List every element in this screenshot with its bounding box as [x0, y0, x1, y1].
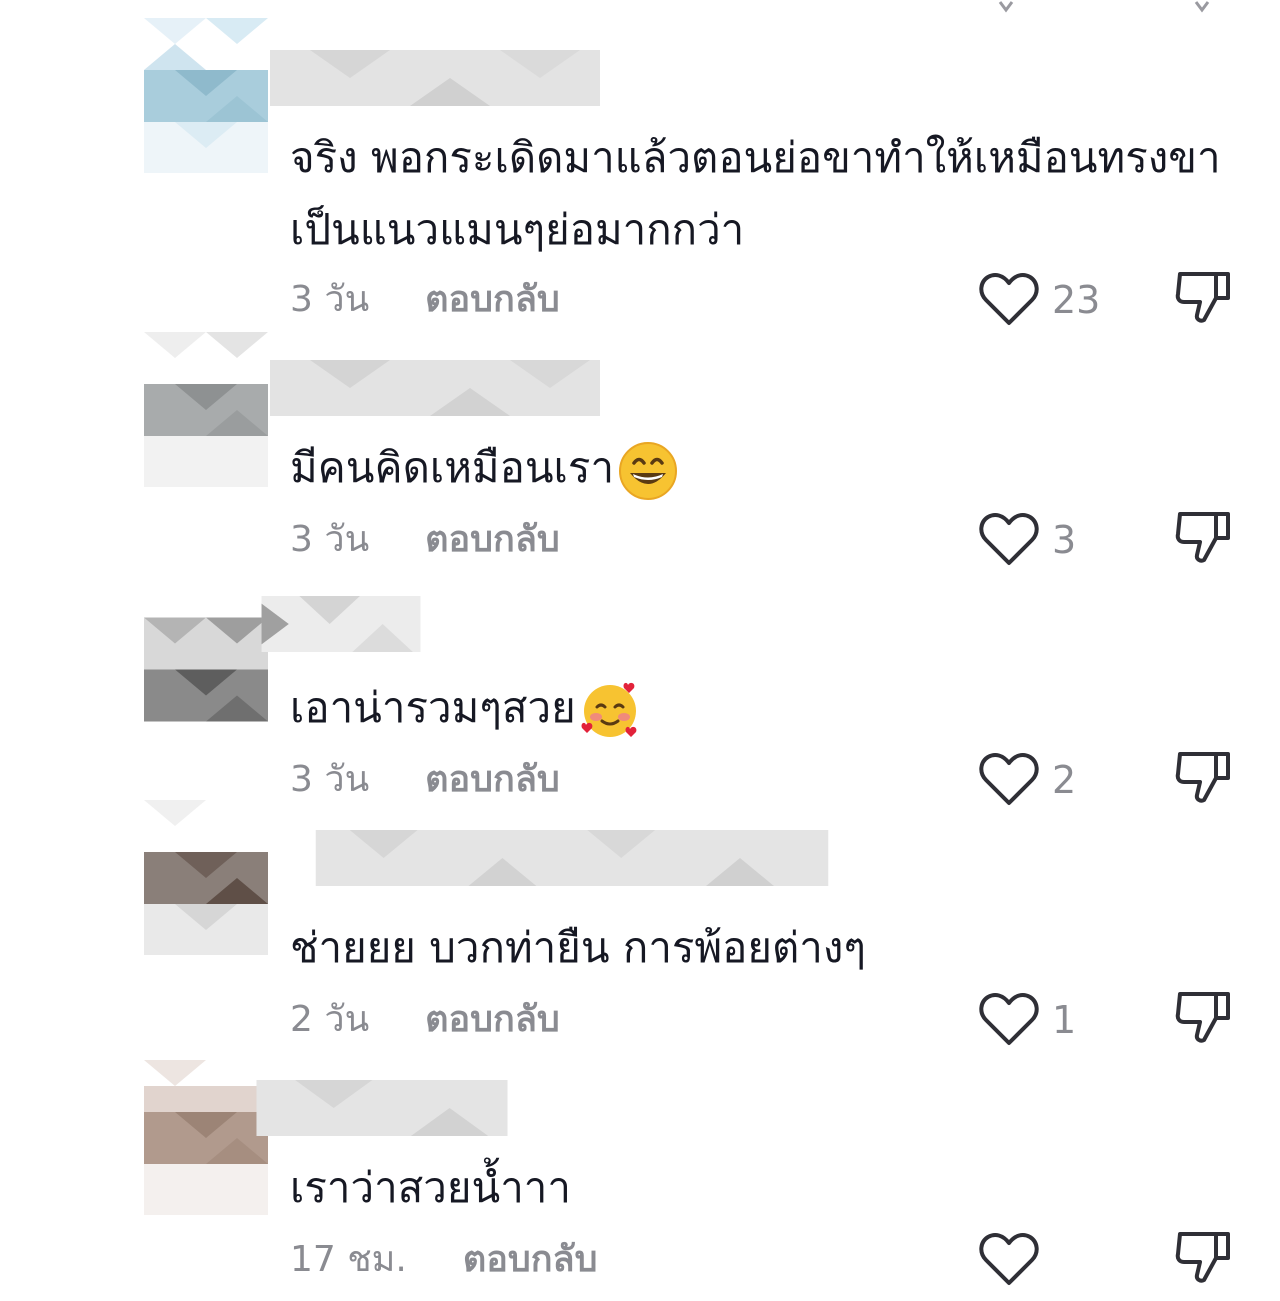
avatar-blurred[interactable] — [144, 1060, 268, 1215]
like-button[interactable]: 3 — [978, 510, 1076, 570]
comment-body: ช่ายยย บวกท่ายืน การพ้อยต่างๆ — [290, 923, 866, 972]
previous-comment-fragment — [998, 1, 1210, 13]
username-blurred[interactable] — [270, 360, 600, 416]
smiling-face-with-hearts-emoji — [581, 682, 637, 737]
comment-text: จริง พอกระเดิดมาแล้วตอนย่อขาทำให้เหมือนท… — [290, 122, 1250, 266]
comment-meta: 3 วัน ตอบกลับ — [290, 518, 560, 562]
thumbs-down-icon[interactable] — [1172, 266, 1234, 328]
comment-text: มีคนคิดเหมือนเรา — [290, 432, 1250, 504]
like-button[interactable]: 2 — [978, 750, 1076, 810]
thumbs-down-icon[interactable] — [1172, 986, 1234, 1048]
comment-text: เราว่าสวยน้ำาา — [290, 1152, 1250, 1224]
comment-time: 3 วัน — [290, 519, 370, 560]
thumbs-down-icon[interactable] — [1172, 1226, 1234, 1288]
reply-button[interactable]: ตอบกลับ — [425, 518, 560, 562]
heart-outline-icon — [979, 993, 1039, 1045]
comment-meta: 2 วัน ตอบกลับ — [290, 998, 560, 1042]
avatar-blurred[interactable] — [144, 332, 268, 487]
reply-button[interactable]: ตอบกลับ — [463, 1238, 598, 1282]
reply-button[interactable]: ตอบกลับ — [425, 278, 560, 322]
thumbs-down-icon[interactable] — [1172, 506, 1234, 568]
comment-meta: 17 ชม. ตอบกลับ — [290, 1238, 597, 1282]
like-button[interactable] — [978, 1230, 1052, 1290]
reply-button[interactable]: ตอบกลับ — [425, 758, 560, 802]
like-count: 3 — [1052, 518, 1077, 562]
comment-body: เอาน่ารวมๆสวย — [290, 683, 576, 732]
comment-time: 2 วัน — [290, 999, 370, 1040]
avatar-blurred[interactable] — [144, 800, 268, 955]
comment-time: 17 ชม. — [290, 1239, 407, 1280]
username-blurred[interactable] — [236, 596, 446, 652]
like-count: 23 — [1052, 278, 1101, 322]
username-blurred[interactable] — [252, 1080, 512, 1136]
like-count: 2 — [1052, 758, 1077, 802]
reply-button[interactable]: ตอบกลับ — [425, 998, 560, 1042]
like-button[interactable]: 1 — [978, 990, 1076, 1050]
comment-body: เราว่าสวยน้ำาา — [290, 1163, 571, 1212]
like-count: 1 — [1052, 998, 1077, 1042]
thumbs-down-icon[interactable] — [1172, 746, 1234, 808]
heart-outline-icon — [979, 1233, 1039, 1285]
username-blurred[interactable] — [270, 50, 600, 106]
comment-time: 3 วัน — [290, 279, 370, 320]
comment-text: ช่ายยย บวกท่ายืน การพ้อยต่างๆ — [290, 912, 1250, 984]
avatar-blurred[interactable] — [144, 18, 268, 173]
comment-meta: 3 วัน ตอบกลับ — [290, 278, 560, 322]
username-blurred[interactable] — [270, 830, 874, 886]
like-button[interactable]: 23 — [978, 270, 1100, 330]
grinning-face-emoji — [619, 441, 678, 500]
heart-outline-icon — [979, 753, 1039, 805]
comment-time: 3 วัน — [290, 759, 370, 800]
comment-meta: 3 วัน ตอบกลับ — [290, 758, 560, 802]
comment-text: เอาน่ารวมๆสวย — [290, 672, 1250, 744]
comment-body: จริง พอกระเดิดมาแล้วตอนย่อขาทำให้เหมือนท… — [290, 133, 1221, 254]
heart-outline-icon — [979, 273, 1039, 325]
heart-outline-icon — [979, 513, 1039, 565]
comment-body: มีคนคิดเหมือนเรา — [290, 443, 615, 492]
